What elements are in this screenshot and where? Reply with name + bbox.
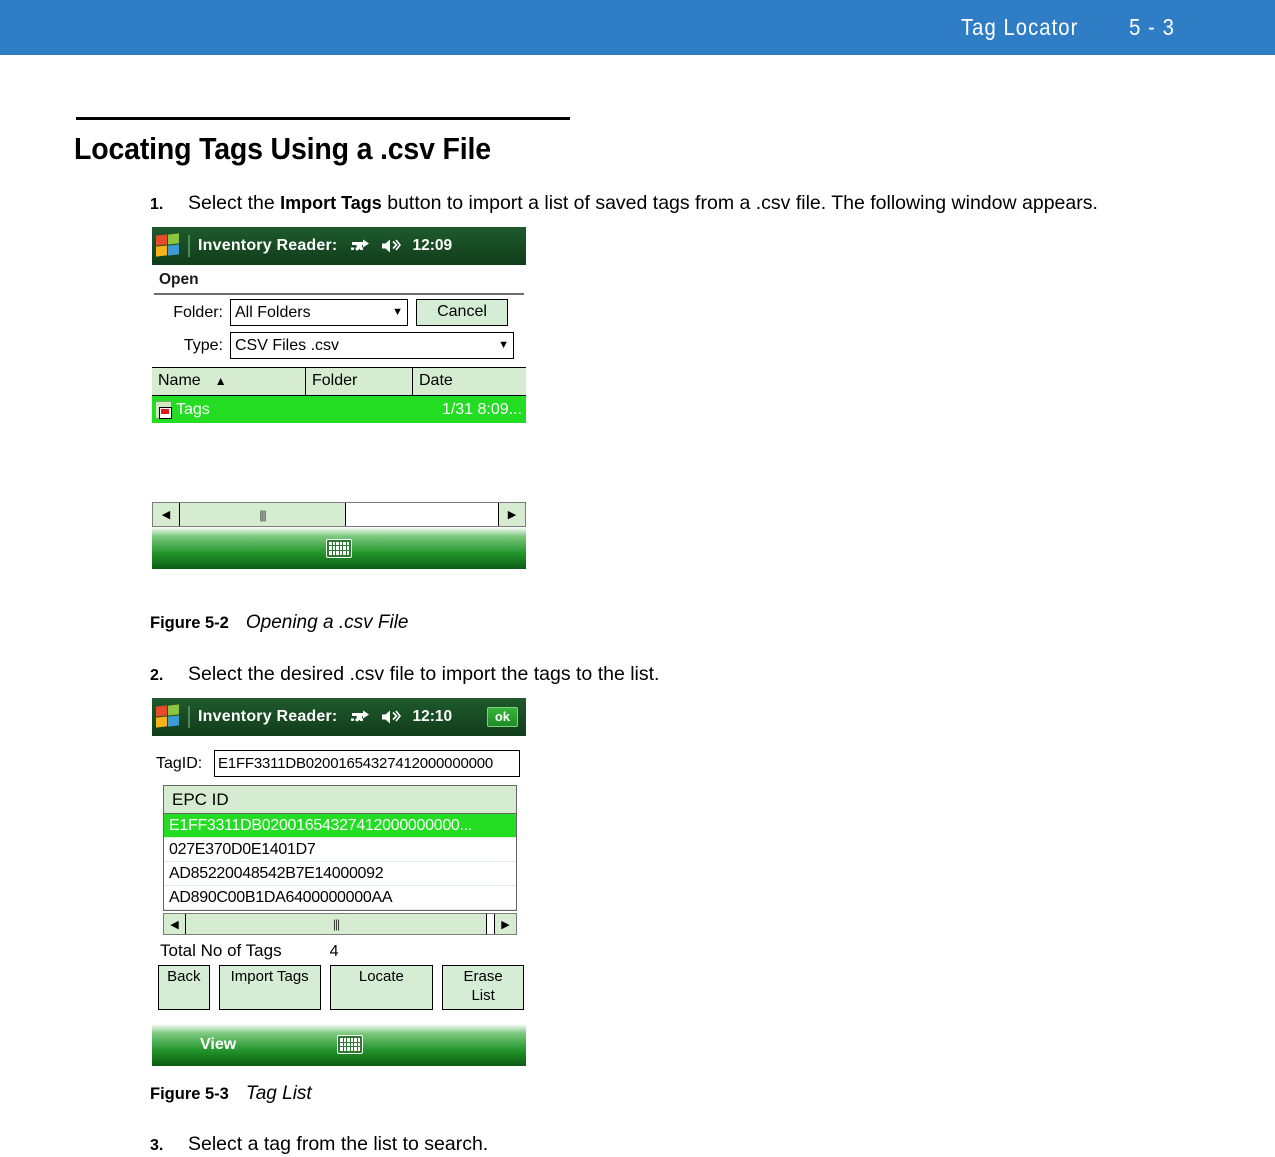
- step-text-after: button to import a list of saved tags fr…: [381, 192, 1098, 214]
- type-select[interactable]: CSV Files .csv ▼: [230, 332, 514, 359]
- scroll-right-arrow-icon[interactable]: ▶: [494, 914, 516, 934]
- figure-caption-5-3: Figure 5-3 Tag List: [150, 1083, 312, 1105]
- sort-ascending-icon: ▲: [214, 374, 227, 388]
- titlebar-clock: 12:09: [412, 237, 453, 254]
- titlebar-taglist: Inventory Reader: 12:10 ok: [152, 698, 526, 736]
- action-button-row: Back Import Tags Locate Erase List: [152, 965, 526, 1010]
- step-item-3: 3. Select a tag from the list to search.: [150, 1133, 488, 1156]
- step-text-bold: Import Tags: [280, 193, 382, 213]
- folder-select-value: All Folders: [235, 303, 311, 321]
- header-title: Tag Locator: [960, 14, 1078, 40]
- scrollbar-track[interactable]: [487, 914, 494, 934]
- view-menu-button[interactable]: View: [200, 1036, 236, 1054]
- section-divider: [76, 117, 570, 120]
- titlebar-clock: 12:10: [412, 708, 453, 725]
- figure-title: Tag List: [245, 1083, 312, 1104]
- type-select-value: CSV Files .csv: [235, 336, 340, 354]
- column-header-epc-id[interactable]: EPC ID: [163, 785, 517, 814]
- table-row[interactable]: Tags 1/31 8:09...: [152, 396, 526, 423]
- back-button[interactable]: Back: [158, 965, 210, 1010]
- cancel-button[interactable]: Cancel: [416, 299, 508, 326]
- tagid-row: TagID: E1FF3311DB02001654327412000000000: [152, 746, 526, 779]
- scroll-left-arrow-icon[interactable]: ◀: [153, 503, 180, 526]
- tagid-field[interactable]: E1FF3311DB02001654327412000000000: [214, 750, 520, 777]
- file-grid-header: Name ▲ Folder Date: [152, 367, 526, 396]
- titlebar-status-icons: [350, 709, 402, 725]
- page-title: Locating Tags Using a .csv File: [74, 131, 491, 166]
- column-header-name-label: Name: [158, 372, 201, 389]
- step-number: 2.: [150, 667, 164, 684]
- titlebar-open: Inventory Reader: 12:09: [152, 227, 526, 265]
- keyboard-icon[interactable]: [337, 1035, 363, 1054]
- windows-flag-icon: [156, 704, 182, 729]
- network-icon[interactable]: [350, 709, 372, 725]
- scrollbar-thumb[interactable]: |||: [186, 914, 487, 934]
- taskbar-taglist: View: [152, 1023, 526, 1066]
- network-icon[interactable]: [350, 238, 372, 254]
- figure-label: Figure 5-2: [150, 614, 229, 632]
- type-row: Type: CSV Files .csv ▼: [152, 328, 526, 361]
- titlebar-separator: [188, 235, 190, 257]
- horizontal-scrollbar[interactable]: ◀ ||| ▶: [152, 502, 526, 527]
- step-text: Select the desired .csv file to import t…: [188, 663, 660, 685]
- scroll-left-arrow-icon[interactable]: ◀: [164, 914, 186, 934]
- speaker-icon[interactable]: [381, 709, 402, 725]
- titlebar-separator: [188, 706, 190, 728]
- folder-select[interactable]: All Folders ▼: [230, 299, 408, 326]
- step-item-1: 1. Select the Import Tags button to impo…: [150, 192, 1098, 215]
- file-date: 1/31 8:09...: [441, 400, 522, 418]
- screenshot-open-dialog: Inventory Reader: 12:09 Open Folder: All…: [152, 227, 526, 597]
- step-number: 3.: [150, 1137, 164, 1154]
- total-tags-label: Total No of Tags: [160, 941, 282, 960]
- dialog-title: Open: [159, 271, 199, 288]
- titlebar-app-title: Inventory Reader:: [198, 708, 338, 725]
- folder-label: Folder:: [173, 303, 223, 321]
- horizontal-scrollbar[interactable]: ◀ ||| ▶: [163, 913, 517, 935]
- taskbar-open: [152, 527, 526, 569]
- figure-caption-5-2: Figure 5-2 Opening a .csv File: [150, 612, 409, 634]
- import-tags-button[interactable]: Import Tags: [218, 965, 321, 1010]
- chevron-down-icon: ▼: [392, 306, 403, 318]
- epc-list: E1FF3311DB02001654327412000000000... 027…: [163, 814, 517, 911]
- chevron-down-icon: ▼: [498, 339, 509, 351]
- screenshot-tag-list: Inventory Reader: 12:10 ok TagID: E1FF33…: [152, 698, 526, 1071]
- csv-file-icon: [155, 400, 172, 419]
- ok-button[interactable]: ok: [486, 707, 518, 727]
- tagid-label: TagID:: [156, 754, 203, 772]
- header-page-number: 5 - 3: [1129, 14, 1175, 40]
- windows-flag-icon: [156, 233, 182, 258]
- page-header: Tag Locator 5 - 3: [0, 0, 1275, 55]
- speaker-icon[interactable]: [381, 238, 402, 254]
- titlebar-app-title: Inventory Reader:: [198, 237, 338, 254]
- erase-list-button[interactable]: Erase List: [442, 965, 524, 1010]
- figure-label: Figure 5-3: [150, 1085, 229, 1103]
- locate-button[interactable]: Locate: [329, 965, 434, 1010]
- list-item[interactable]: E1FF3311DB02001654327412000000000...: [164, 814, 516, 838]
- step-item-2: 2. Select the desired .csv file to impor…: [150, 663, 659, 686]
- column-header-name[interactable]: Name ▲: [152, 368, 306, 395]
- scrollbar-thumb[interactable]: |||: [180, 503, 346, 526]
- keyboard-icon[interactable]: [326, 538, 352, 558]
- file-name: Tags: [176, 400, 210, 418]
- scroll-right-arrow-icon[interactable]: ▶: [498, 503, 525, 526]
- step-text: Select the Import Tags button to import …: [188, 192, 1098, 215]
- step-text-before: Select the: [188, 192, 281, 214]
- column-header-date[interactable]: Date: [413, 368, 526, 395]
- titlebar-status-icons: [350, 238, 402, 254]
- type-label: Type:: [183, 336, 223, 354]
- column-header-folder[interactable]: Folder: [306, 368, 413, 395]
- list-item[interactable]: 027E370D0E1401D7: [164, 838, 516, 862]
- step-number: 1.: [150, 196, 164, 213]
- folder-row: Folder: All Folders ▼ Cancel: [152, 295, 526, 328]
- figure-title: Opening a .csv File: [245, 612, 409, 633]
- total-tags-row: Total No of Tags 4: [152, 935, 526, 965]
- total-tags-value: 4: [329, 943, 339, 960]
- list-item[interactable]: AD890C00B1DA6400000000AA: [164, 886, 516, 910]
- step-text: Select a tag from the list to search.: [188, 1133, 489, 1155]
- scrollbar-track[interactable]: [346, 503, 498, 526]
- list-item[interactable]: AD85220048542B7E14000092: [164, 862, 516, 886]
